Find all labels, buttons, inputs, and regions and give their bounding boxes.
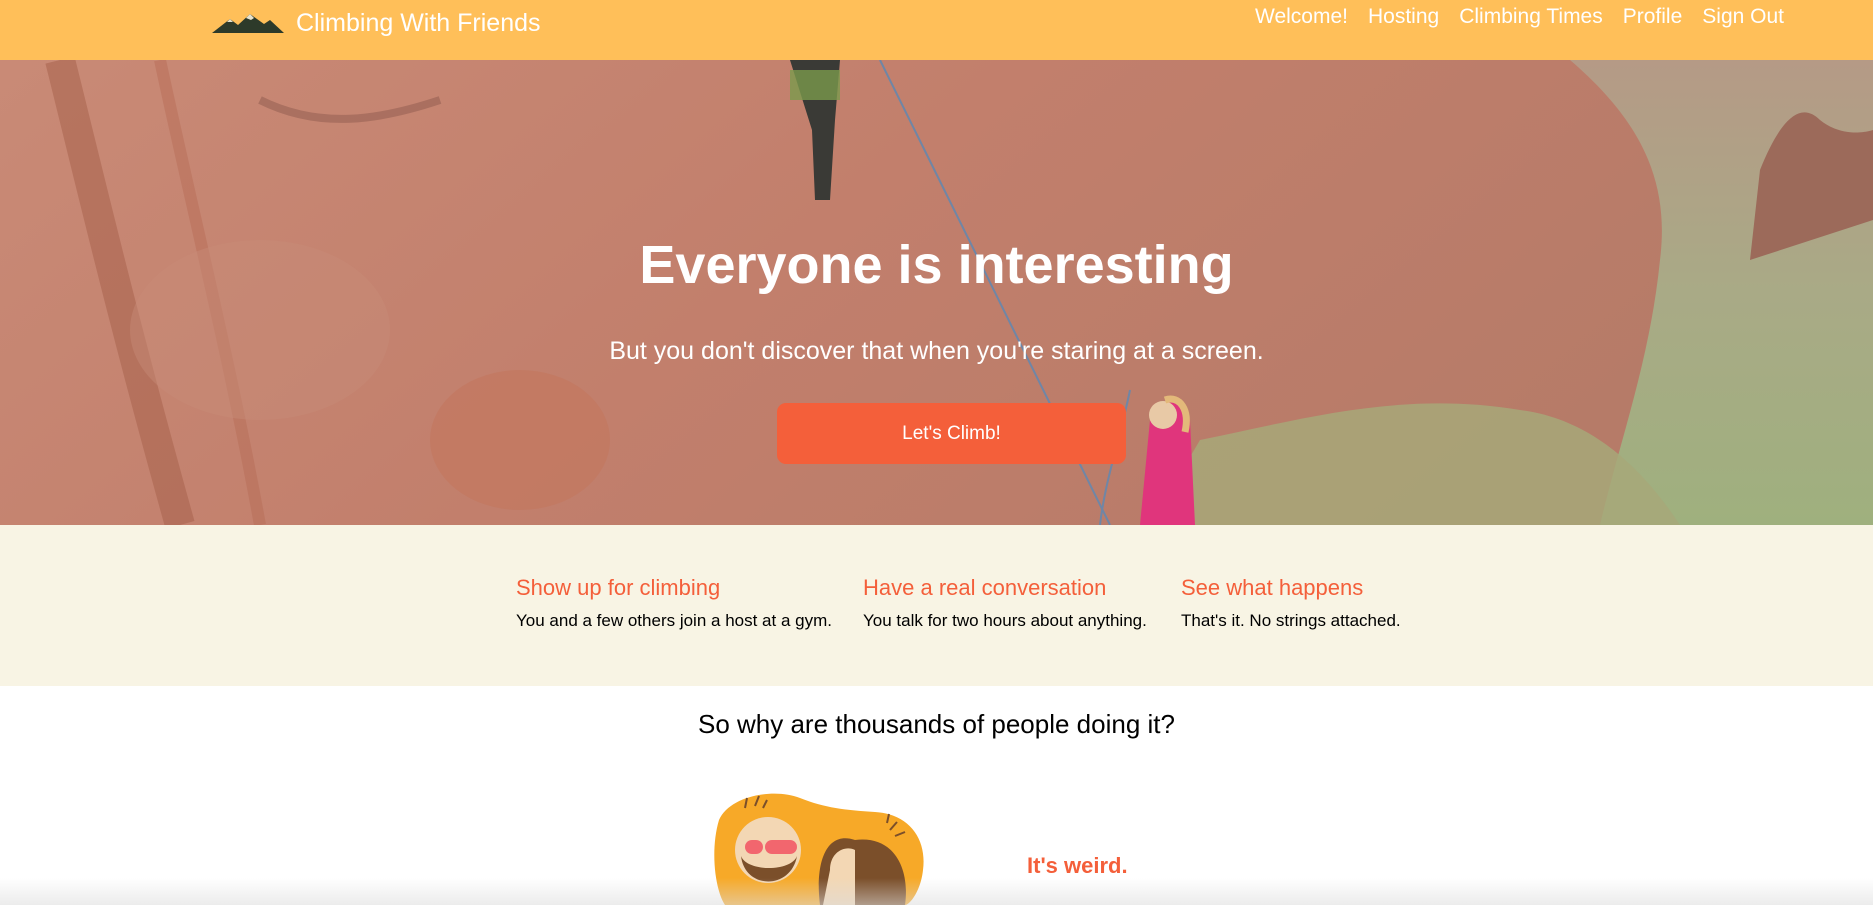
why-heading: So why are thousands of people doing it? <box>697 709 1175 739</box>
nav-links: Welcome! Hosting Climbing Times Profile … <box>1255 4 1784 30</box>
nav-link-hosting[interactable]: Hosting <box>1368 4 1439 30</box>
how-it-works: Show up for climbing You and a few other… <box>0 525 1873 686</box>
lets-climb-button[interactable]: Let's Climb! <box>777 403 1126 464</box>
hero-title: Everyone is interesting <box>639 235 1234 295</box>
nav-link-welcome[interactable]: Welcome! <box>1255 4 1348 30</box>
nav-link-sign-out[interactable]: Sign Out <box>1702 4 1784 30</box>
brand-name: Climbing With Friends <box>296 9 541 37</box>
step-conversation: Have a real conversation You talk for tw… <box>863 575 1147 631</box>
step-title: Have a real conversation <box>863 575 1107 600</box>
nav-link-profile[interactable]: Profile <box>1623 4 1683 30</box>
top-nav: Climbing With Friends Welcome! Hosting C… <box>0 0 1873 60</box>
step-see-what-happens: See what happens That's it. No strings a… <box>1181 575 1401 631</box>
step-text: You and a few others join a host at a gy… <box>516 611 832 630</box>
step-title: See what happens <box>1181 575 1364 600</box>
step-text: You talk for two hours about anything. <box>863 611 1147 630</box>
step-show-up: Show up for climbing You and a few other… <box>516 575 832 631</box>
step-text: That's it. No strings attached. <box>1181 611 1401 630</box>
people-talking-illustration <box>705 790 929 905</box>
brand[interactable]: Climbing With Friends <box>212 6 541 40</box>
nav-link-climbing-times[interactable]: Climbing Times <box>1459 4 1603 30</box>
step-title: Show up for climbing <box>516 575 721 600</box>
bottom-shadow <box>0 878 1873 905</box>
reason-weird: It's weird. <box>1027 853 1128 878</box>
mountain-logo-icon <box>212 14 284 33</box>
hero-subtitle: But you don't discover that when you're … <box>609 337 1264 365</box>
hero: Everyone is interesting But you don't di… <box>0 60 1873 525</box>
